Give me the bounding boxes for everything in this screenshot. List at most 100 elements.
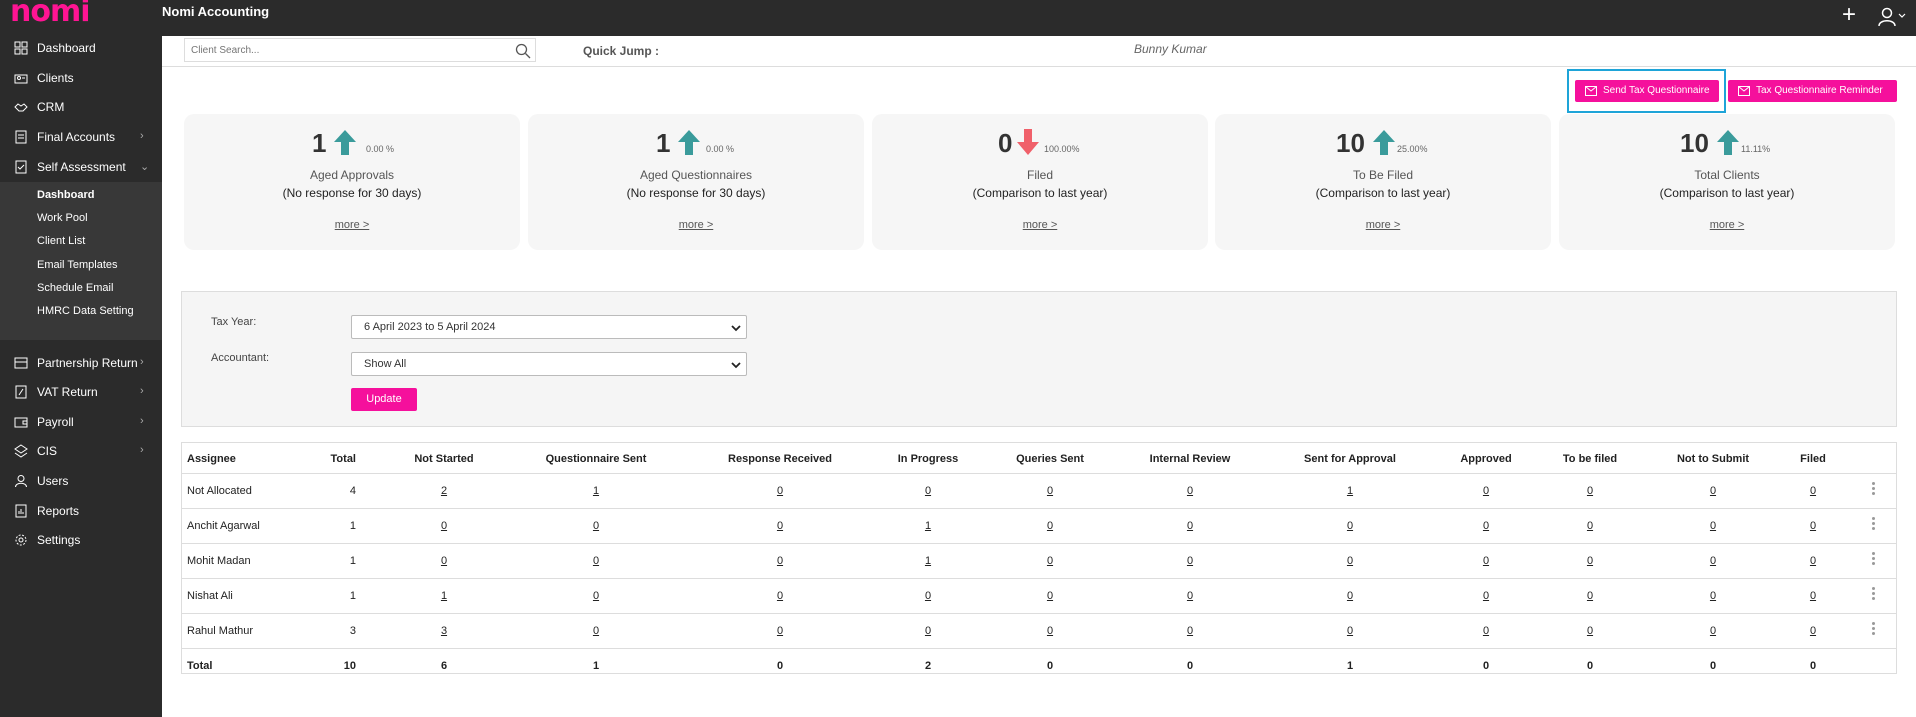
user-menu-icon[interactable] xyxy=(1876,6,1906,28)
count-cell[interactable]: 0 xyxy=(1587,520,1593,532)
more-link[interactable]: more > xyxy=(1559,219,1895,231)
count-cell[interactable]: 0 xyxy=(1187,590,1193,602)
more-options-icon[interactable] xyxy=(1872,587,1876,601)
count-cell[interactable]: 0 xyxy=(441,520,447,532)
more-options-icon[interactable] xyxy=(1872,482,1876,496)
more-link[interactable]: more > xyxy=(184,219,520,231)
sidebar-item-payroll[interactable]: Payroll › xyxy=(0,410,162,434)
sidebar-item-crm[interactable]: CRM xyxy=(0,95,162,119)
count-cell[interactable]: 2 xyxy=(441,485,447,497)
count-cell[interactable]: 0 xyxy=(593,555,599,567)
search-icon[interactable] xyxy=(515,43,531,59)
count-cell[interactable]: 0 xyxy=(1047,625,1053,637)
more-link[interactable]: more > xyxy=(1215,219,1551,231)
assignee-name: Mohit Madan xyxy=(187,555,251,567)
send-tax-questionnaire-button[interactable]: Send Tax Questionnaire xyxy=(1575,80,1719,102)
count-cell[interactable]: 3 xyxy=(441,625,447,637)
count-cell[interactable]: 0 xyxy=(1187,520,1193,532)
more-options-icon[interactable] xyxy=(1872,517,1876,531)
sidebar-item-final-accounts[interactable]: Final Accounts › xyxy=(0,125,162,149)
count-cell[interactable]: 0 xyxy=(1187,485,1193,497)
sidebar-item-self-assessment[interactable]: Self Assessment ⌄ xyxy=(0,155,162,179)
count-cell[interactable]: 0 xyxy=(1710,485,1716,497)
count-cell[interactable]: 0 xyxy=(1587,625,1593,637)
count-cell: 6 xyxy=(440,660,448,672)
column-header: Not to Submit xyxy=(1676,453,1750,465)
submenu-item-client-list[interactable]: Client List xyxy=(37,235,85,247)
count-cell[interactable]: 0 xyxy=(1710,625,1716,637)
count-cell[interactable]: 0 xyxy=(925,590,931,602)
count-cell[interactable]: 0 xyxy=(1587,485,1593,497)
count-cell[interactable]: 1 xyxy=(925,520,931,532)
sidebar-item-users[interactable]: Users xyxy=(0,469,162,493)
count-cell[interactable]: 0 xyxy=(593,590,599,602)
count-cell[interactable]: 0 xyxy=(1047,590,1053,602)
sidebar-item-label: Partnership Return xyxy=(37,356,138,370)
count-cell[interactable]: 0 xyxy=(777,485,783,497)
accountant-select[interactable]: Show All xyxy=(351,352,747,376)
count-cell[interactable]: 0 xyxy=(1187,625,1193,637)
quick-jump-label[interactable]: Quick Jump : xyxy=(583,44,659,58)
tax-year-select[interactable]: 6 April 2023 to 5 April 2024 xyxy=(351,315,747,339)
count-cell[interactable]: 0 xyxy=(1347,590,1353,602)
sidebar-item-clients[interactable]: Clients xyxy=(0,66,162,90)
count-cell[interactable]: 0 xyxy=(1187,555,1193,567)
add-icon[interactable]: + xyxy=(1842,2,1856,28)
count-cell[interactable]: 0 xyxy=(777,590,783,602)
count-cell[interactable]: 0 xyxy=(1587,555,1593,567)
client-search-input[interactable] xyxy=(191,42,491,58)
count-cell[interactable]: 0 xyxy=(1483,555,1489,567)
count-cell[interactable]: 1 xyxy=(925,555,931,567)
count-cell[interactable]: 0 xyxy=(1483,520,1489,532)
count-cell[interactable]: 0 xyxy=(1483,590,1489,602)
count-cell[interactable]: 0 xyxy=(925,625,931,637)
count-cell[interactable]: 1 xyxy=(1347,485,1353,497)
count-cell[interactable]: 0 xyxy=(1810,485,1816,497)
count-cell[interactable]: 0 xyxy=(1810,590,1816,602)
sidebar-item-cis[interactable]: CIS › xyxy=(0,439,162,463)
submenu-item-schedule-email[interactable]: Schedule Email xyxy=(37,282,113,294)
self-assessment-submenu: Dashboard Work Pool Client List Email Te… xyxy=(0,182,162,340)
column-header: Assignee xyxy=(187,453,236,465)
count-cell[interactable]: 0 xyxy=(1710,590,1716,602)
count-cell[interactable]: 1 xyxy=(593,485,599,497)
count-cell[interactable]: 0 xyxy=(1810,520,1816,532)
more-options-icon[interactable] xyxy=(1872,552,1876,566)
count-cell[interactable]: 0 xyxy=(1483,485,1489,497)
count-cell[interactable]: 0 xyxy=(1810,555,1816,567)
count-cell[interactable]: 1 xyxy=(441,590,447,602)
count-cell[interactable]: 0 xyxy=(1587,590,1593,602)
submenu-item-hmrc-data-setting[interactable]: HMRC Data Setting xyxy=(37,305,134,317)
count-cell[interactable]: 0 xyxy=(1047,485,1053,497)
count-cell[interactable]: 0 xyxy=(925,485,931,497)
count-cell[interactable]: 0 xyxy=(777,520,783,532)
count-cell[interactable]: 0 xyxy=(593,520,599,532)
count-cell[interactable]: 0 xyxy=(1810,625,1816,637)
more-options-icon[interactable] xyxy=(1872,622,1876,636)
update-button[interactable]: Update xyxy=(351,388,417,411)
sidebar-item-partnership-return[interactable]: Partnership Return › xyxy=(0,351,162,375)
count-cell[interactable]: 0 xyxy=(593,625,599,637)
sidebar-item-vat-return[interactable]: VAT Return › xyxy=(0,380,162,404)
submenu-item-work-pool[interactable]: Work Pool xyxy=(37,212,88,224)
count-cell[interactable]: 0 xyxy=(1047,555,1053,567)
count-cell[interactable]: 0 xyxy=(1347,625,1353,637)
count-cell[interactable]: 0 xyxy=(777,625,783,637)
count-cell[interactable]: 0 xyxy=(441,555,447,567)
count-cell[interactable]: 0 xyxy=(1347,520,1353,532)
submenu-item-email-templates[interactable]: Email Templates xyxy=(37,259,118,271)
nomi-logo[interactable]: nomi xyxy=(10,0,91,29)
count-cell[interactable]: 0 xyxy=(1710,520,1716,532)
more-link[interactable]: more > xyxy=(872,219,1208,231)
sidebar-item-settings[interactable]: Settings xyxy=(0,528,162,552)
sidebar-item-reports[interactable]: Reports xyxy=(0,499,162,523)
count-cell[interactable]: 0 xyxy=(1047,520,1053,532)
tax-questionnaire-reminder-button[interactable]: Tax Questionnaire Reminder xyxy=(1728,80,1897,102)
more-link[interactable]: more > xyxy=(528,219,864,231)
submenu-item-dashboard[interactable]: Dashboard xyxy=(37,189,94,201)
count-cell[interactable]: 0 xyxy=(1347,555,1353,567)
sidebar-item-dashboard[interactable]: Dashboard xyxy=(0,36,162,60)
count-cell[interactable]: 0 xyxy=(1483,625,1489,637)
count-cell[interactable]: 0 xyxy=(777,555,783,567)
count-cell[interactable]: 0 xyxy=(1710,555,1716,567)
